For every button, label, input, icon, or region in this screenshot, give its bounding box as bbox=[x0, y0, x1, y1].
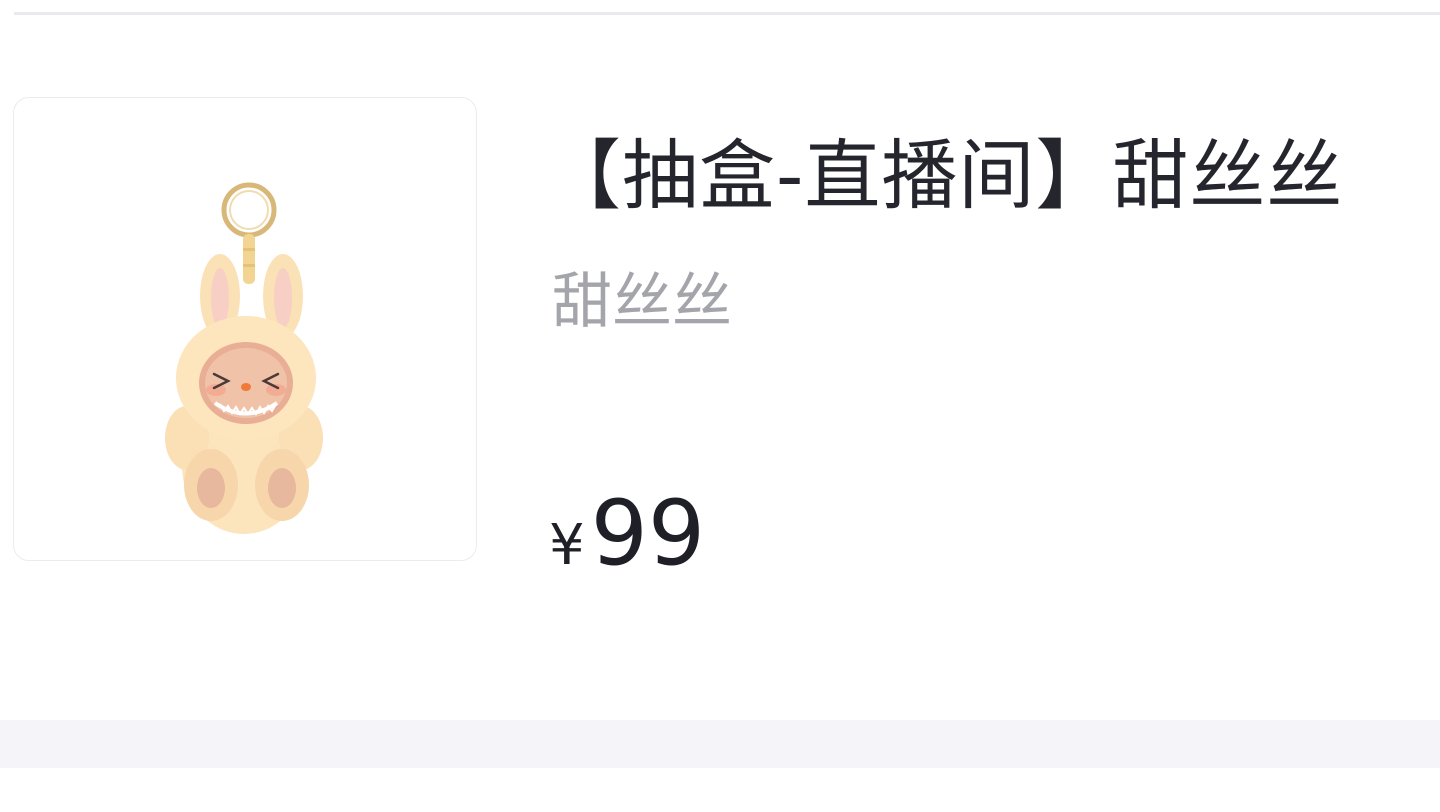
product-subtitle: 甜丝丝 bbox=[552, 267, 732, 337]
price-currency-symbol: ¥ bbox=[549, 513, 585, 578]
next-section bbox=[0, 768, 1440, 812]
product-price: ¥ 99 bbox=[549, 486, 705, 586]
product-image[interactable] bbox=[13, 97, 477, 561]
price-value: 99 bbox=[590, 481, 706, 586]
product-title[interactable]: 【抽盒-直播间】甜丝丝 bbox=[545, 128, 1343, 224]
bunny-plush-keychain-icon bbox=[165, 182, 323, 534]
section-separator bbox=[0, 720, 1440, 768]
